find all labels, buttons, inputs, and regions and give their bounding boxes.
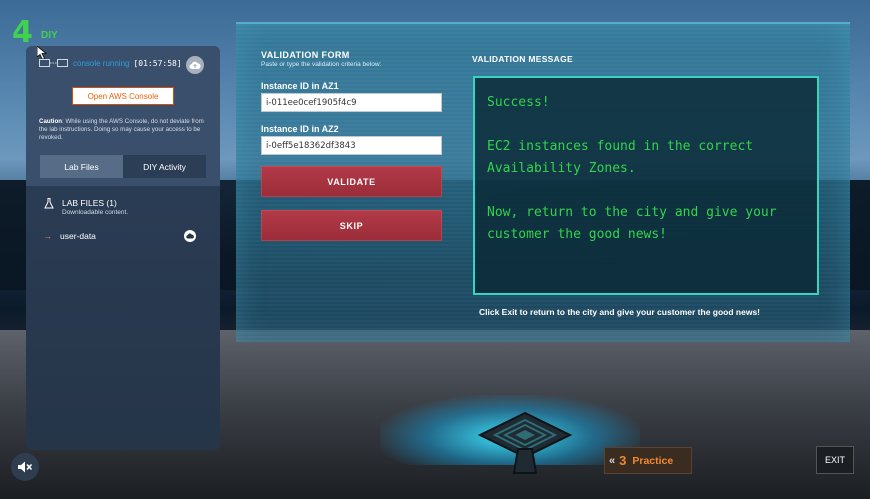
practice-level-button[interactable]: « 3 Practice [604, 447, 692, 474]
skip-button[interactable]: SKIP [261, 210, 442, 241]
cloud-icon [189, 61, 201, 69]
cloud-upload-button[interactable] [186, 56, 204, 74]
monitor-link-icon [39, 59, 68, 67]
az1-label: Instance ID in AZ1 [261, 81, 339, 91]
open-aws-console-button[interactable]: Open AWS Console [72, 87, 174, 105]
panel-tabs: Lab Files DIY Activity [40, 155, 206, 178]
file-name: user-data [60, 231, 96, 241]
validation-panel: VALIDATION FORM Paste or type the valida… [236, 22, 850, 342]
practice-label: Practice [632, 454, 674, 467]
az2-label: Instance ID in AZ2 [261, 124, 339, 134]
flask-icon [44, 198, 54, 209]
double-chevron-left-icon: « [609, 454, 615, 467]
lab-files-header: LAB FILES (1) Downloadable content. [44, 198, 128, 216]
cloud-download-icon [186, 233, 194, 239]
console-timer: [01:57:58] [133, 59, 182, 68]
practice-number: 3 [619, 453, 627, 468]
validation-message-title: VALIDATION MESSAGE [472, 54, 573, 64]
message-line-return: Now, return to the city and give your cu… [487, 205, 777, 242]
az2-instance-input[interactable] [261, 136, 442, 155]
file-item[interactable]: → user-data [43, 231, 198, 241]
download-file-button[interactable] [184, 230, 196, 242]
validation-message-box: Success! EC2 instances found in the corr… [473, 76, 819, 295]
caution-note: Caution: While using the AWS Console, do… [39, 118, 211, 142]
caution-text: : While using the AWS Console, do not de… [39, 118, 204, 141]
validate-button[interactable]: VALIDATE [261, 166, 442, 197]
lab-files-subtitle: Downloadable content. [62, 209, 129, 216]
tab-diy-activity[interactable]: DIY Activity [123, 155, 206, 178]
left-panel [26, 46, 220, 450]
tab-lab-files[interactable]: Lab Files [40, 155, 123, 178]
validation-form-subtitle: Paste or type the validation criteria be… [261, 61, 382, 68]
message-line-instances: EC2 instances found in the correct Avail… [487, 139, 754, 176]
console-status-text: console running [73, 59, 130, 68]
az1-instance-input[interactable] [261, 93, 442, 112]
mouse-pointer-icon [37, 46, 48, 60]
console-status: console running [01:57:58] [39, 59, 182, 68]
pedestal [477, 411, 573, 474]
level-number: 4 [12, 15, 33, 50]
lab-files-title: LAB FILES (1) [62, 198, 117, 208]
caution-label: Caution [39, 118, 63, 125]
speaker-muted-icon [18, 461, 33, 473]
exit-button[interactable]: EXIT [816, 446, 854, 474]
arrow-right-icon: → [43, 231, 52, 241]
mute-button[interactable] [11, 453, 39, 481]
exit-hint: Click Exit to return to the city and giv… [479, 307, 761, 317]
validation-form-title: VALIDATION FORM [261, 50, 350, 60]
message-line-success: Success! [487, 95, 550, 110]
level-label: DIY [41, 30, 58, 41]
